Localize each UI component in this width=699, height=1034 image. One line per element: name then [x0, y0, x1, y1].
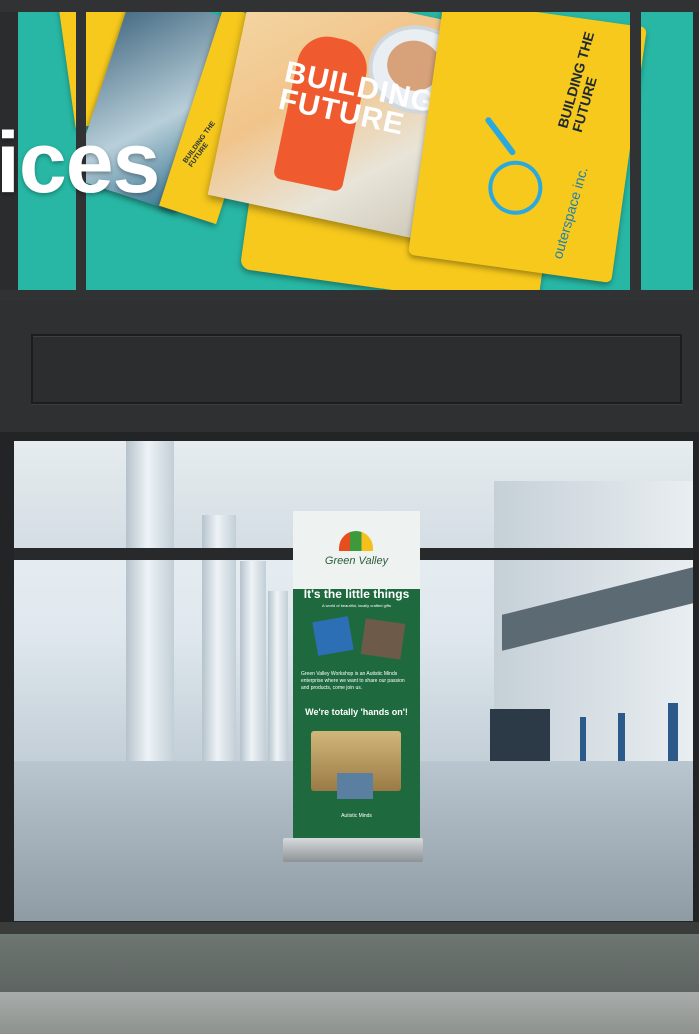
pillar-4 — [268, 591, 288, 765]
upper-window: BUILDING THE FUTURE BUILDING FUTURE BUIL… — [0, 0, 699, 300]
stone-plinth — [0, 934, 699, 992]
mullion-bottom — [0, 290, 699, 300]
banner-box-blue — [337, 773, 373, 799]
brochure-yellow-right: BUILDING THE FUTURE outerspace inc. — [408, 0, 647, 284]
banner-tagline: We're totally 'hands on'! — [305, 707, 408, 717]
poster-brand: outerspace inc. — [549, 164, 591, 261]
pavement — [0, 992, 699, 1034]
comet-tail-icon — [484, 116, 517, 157]
rollup-banner: Green Valley It's the little things A wo… — [293, 511, 420, 843]
dark-door — [490, 709, 550, 765]
banner-product-right — [360, 618, 406, 660]
comet-logo-icon — [484, 157, 546, 219]
banner-subhead: A world of beautiful, locally crafted gi… — [322, 603, 391, 608]
mullion-top — [0, 0, 699, 12]
banner-headline: It's the little things — [303, 587, 410, 601]
fascia-sign-panel — [31, 334, 682, 404]
poster-side-text: BUILDING THE FUTURE — [554, 29, 600, 135]
banner-stand-base — [283, 838, 423, 862]
banner-body: Green Valley Workshop is an Autistic Min… — [301, 671, 405, 691]
pillar-3 — [240, 561, 266, 767]
pillar-1 — [126, 441, 174, 776]
window-sill — [0, 922, 699, 934]
banner-brand: Green Valley — [324, 555, 389, 567]
banner-footer-brand: Autistic Minds — [341, 813, 372, 819]
banner-product-left — [312, 616, 354, 656]
mullion-right — [630, 0, 641, 300]
headline-fragment: ices — [0, 115, 160, 211]
teal-pane-right — [641, 12, 693, 290]
